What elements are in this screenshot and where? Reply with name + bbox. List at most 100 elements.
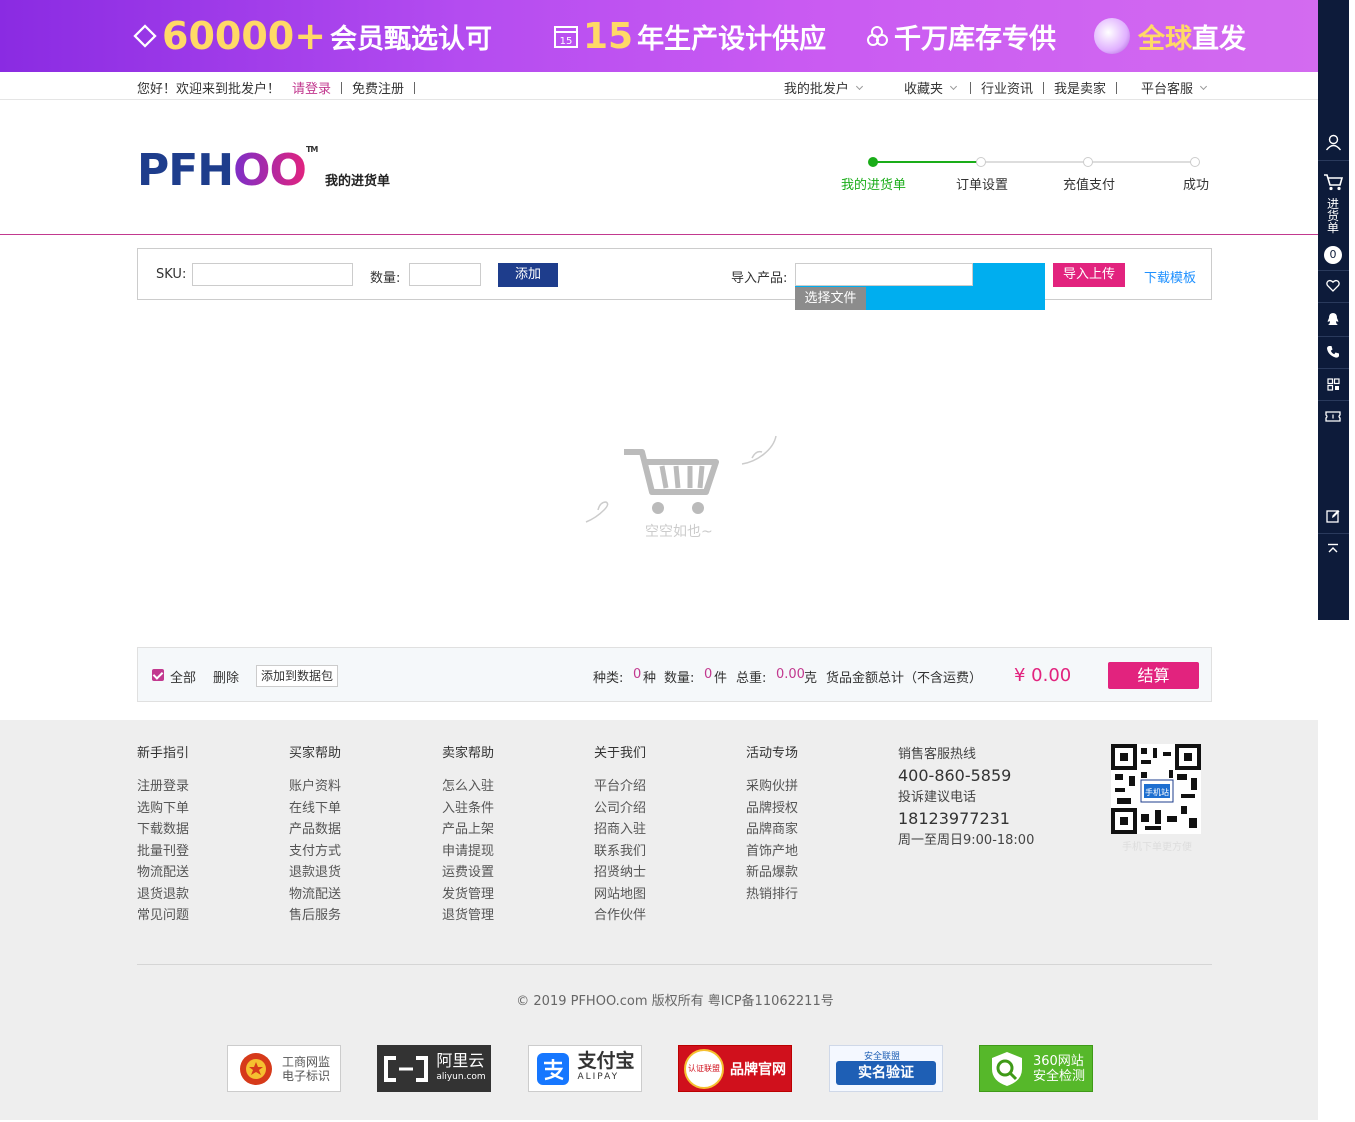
footer-link[interactable]: 招贤纳士	[594, 862, 646, 884]
footer-link[interactable]: 产品数据	[289, 819, 341, 841]
add-to-package-button[interactable]: 添加到数据包	[256, 665, 339, 687]
badge-360[interactable]: 360网站 安全检测	[979, 1045, 1093, 1092]
badge-realname-text: 实名验证	[836, 1060, 936, 1085]
seller-link[interactable]: 我是卖家	[1054, 78, 1106, 97]
banner-seg-years: 15 15 年生产设计供应	[553, 14, 826, 58]
footer-link[interactable]: 公司介绍	[594, 798, 646, 820]
customer-service-menu[interactable]: 平台客服	[1141, 78, 1193, 97]
footer-link[interactable]: 产品上架	[442, 819, 494, 841]
qty-input[interactable]	[409, 263, 481, 286]
step-my-cart: 我的进货单	[841, 178, 907, 193]
login-link[interactable]: 请登录	[292, 78, 331, 97]
footer-link[interactable]: 支付方式	[289, 841, 341, 863]
cart-sidebar-label[interactable]: 进货单	[1326, 198, 1340, 234]
amount-label: 货品金额总计（不含运费）	[826, 671, 983, 686]
top-nav-bar: 您好！欢迎来到批发户！ 请登录 免费注册 我的批发户 收藏夹 行业资讯 我是卖家…	[0, 72, 1318, 100]
file-upload[interactable]: 选择文件	[795, 263, 1045, 310]
cart-summary-bar: 全部 删除 添加到数据包 种类: 0 种 数量: 0 件 总重: 0.00 克 …	[137, 647, 1212, 702]
pfhoo-logo[interactable]: PFHOOTM	[137, 145, 318, 196]
footer-link[interactable]: 退货管理	[442, 905, 494, 927]
banner-members-count: 60000+	[162, 14, 327, 58]
footer-link[interactable]: 注册登录	[137, 776, 189, 798]
footer-col-title: 卖家帮助	[442, 746, 495, 761]
step-order-settings: 订单设置	[956, 178, 1009, 193]
page-title: 我的进货单	[325, 174, 391, 189]
download-template-link[interactable]: 下载模板	[1144, 267, 1196, 286]
badge-brand-official[interactable]: 认证联盟 品牌官网	[678, 1045, 792, 1092]
footer-link[interactable]: 联系我们	[594, 841, 646, 863]
footer-link[interactable]: 品牌商家	[746, 819, 798, 841]
badge-alipay[interactable]: 支付宝 ALIPAY	[528, 1045, 642, 1092]
swirl-icon	[585, 501, 609, 523]
sku-label: SKU:	[156, 267, 187, 282]
badge-realname[interactable]: 安全联盟 实名验证	[829, 1045, 943, 1092]
footer-link[interactable]: 退款退货	[289, 862, 341, 884]
footer-link[interactable]: 常见问题	[137, 905, 189, 927]
qq-icon[interactable]	[1326, 312, 1340, 326]
qrcode-icon[interactable]	[1327, 378, 1340, 391]
favorites-menu[interactable]: 收藏夹	[904, 78, 943, 97]
right-toolbar: 进货单 0	[1318, 0, 1349, 620]
footer-link[interactable]: 首饰产地	[746, 841, 798, 863]
delete-button[interactable]: 删除	[213, 667, 239, 686]
footer-link[interactable]: 新品爆款	[746, 862, 798, 884]
footer-link[interactable]: 物流配送	[289, 884, 341, 906]
banner-seg-global: 全球 直发	[1094, 14, 1246, 58]
svg-text:15: 15	[560, 36, 573, 47]
choose-file-button[interactable]: 选择文件	[795, 287, 866, 310]
divider	[1318, 400, 1349, 401]
footer-link[interactable]: 批量刊登	[137, 841, 189, 863]
badge-renzheng-seal: 认证联盟	[684, 1048, 724, 1089]
footer-link[interactable]: 账户资料	[289, 776, 341, 798]
settle-button[interactable]: 结算	[1108, 662, 1199, 689]
select-all-checkbox[interactable]	[152, 669, 164, 681]
register-link[interactable]: 免费注册	[352, 78, 404, 97]
footer-link[interactable]: 网站地图	[594, 884, 646, 906]
footer-link[interactable]: 热销排行	[746, 884, 798, 906]
footer-link[interactable]: 退货退款	[137, 884, 189, 906]
industry-news-link[interactable]: 行业资讯	[981, 78, 1033, 97]
step-dot-active	[868, 157, 878, 167]
sku-input[interactable]	[192, 263, 353, 286]
checkout-steps: 我的进货单 订单设置 充值支付 成功	[820, 152, 1220, 202]
cart-icon[interactable]	[1323, 173, 1343, 191]
footer-link[interactable]: 平台介绍	[594, 776, 646, 798]
user-icon[interactable]	[1325, 134, 1342, 151]
footer-link[interactable]: 在线下单	[289, 798, 341, 820]
calendar-icon: 15	[554, 26, 578, 48]
back-to-top-icon[interactable]	[1327, 543, 1339, 555]
promo-banner[interactable]: 60000+ 会员甄选认可 15 15 年生产设计供应 千万库存专供 全球 直发	[0, 0, 1318, 72]
footer-col-title: 买家帮助	[289, 746, 342, 761]
footer-link[interactable]: 合作伙伴	[594, 905, 646, 927]
footer-link[interactable]: 招商入驻	[594, 819, 646, 841]
swirl-icon	[741, 435, 777, 465]
footer-link[interactable]: 下载数据	[137, 819, 189, 841]
ticket-icon[interactable]	[1325, 410, 1341, 423]
divider	[1042, 81, 1044, 94]
logo-text-b: OO	[233, 145, 307, 196]
phone-icon[interactable]	[1326, 345, 1340, 359]
footer-link[interactable]: 选购下单	[137, 798, 189, 820]
globe-icon	[1094, 18, 1130, 54]
footer-link[interactable]: 品牌授权	[746, 798, 798, 820]
badge-aliyun-text: 阿里云	[436, 1050, 485, 1070]
footer-link[interactable]: 怎么入驻	[442, 776, 494, 798]
footer-link[interactable]: 发货管理	[442, 884, 494, 906]
footer-link[interactable]: 申请提现	[442, 841, 494, 863]
my-account-menu[interactable]: 我的批发户	[784, 78, 849, 97]
heart-icon[interactable]	[1326, 279, 1340, 293]
footer-link[interactable]: 物流配送	[137, 862, 189, 884]
add-button[interactable]: 添加	[498, 263, 558, 287]
footer-link[interactable]: 售后服务	[289, 905, 341, 927]
import-upload-button[interactable]: 导入上传	[1053, 263, 1125, 287]
footer-link[interactable]: 运费设置	[442, 862, 494, 884]
empty-cart-icon	[624, 449, 719, 514]
badge-gongshang[interactable]: 工商网监 电子标识	[227, 1045, 341, 1092]
select-all-label[interactable]: 全部	[170, 667, 196, 686]
edit-icon[interactable]	[1326, 509, 1340, 523]
file-path-field[interactable]	[795, 263, 973, 286]
footer-link[interactable]: 采购伙拼	[746, 776, 798, 798]
divider	[1318, 302, 1349, 303]
badge-aliyun[interactable]: 阿里云 aliyun.com	[377, 1045, 491, 1092]
footer-link[interactable]: 入驻条件	[442, 798, 494, 820]
